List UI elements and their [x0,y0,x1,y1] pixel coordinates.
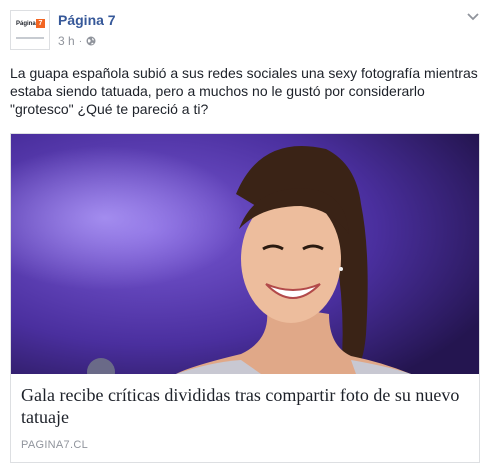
facebook-post: Página 7 Página 7 3 h · La guapa español… [0,0,489,475]
chevron-down-icon[interactable] [466,12,480,22]
avatar-badge: 7 [36,19,45,28]
avatar-logo: Página 7 [14,17,47,44]
page-name-link[interactable]: Página 7 [58,12,116,28]
post-meta: 3 h · [58,34,96,48]
meta-separator: · [78,35,83,47]
avatar-stripe [16,37,44,39]
link-domain: PAGINA7.CL [21,439,88,451]
link-preview-card[interactable]: Gala recibe críticas divididas tras comp… [10,133,480,463]
globe-icon [86,36,96,46]
post-message: La guapa española subió a sus redes soci… [10,65,478,117]
preview-photo[interactable] [11,134,479,374]
post-timestamp[interactable]: 3 h [58,34,75,48]
link-title[interactable]: Gala recibe críticas divididas tras comp… [21,384,471,428]
page-avatar[interactable]: Página 7 [10,10,50,50]
avatar-brand-text: Página [16,21,36,27]
